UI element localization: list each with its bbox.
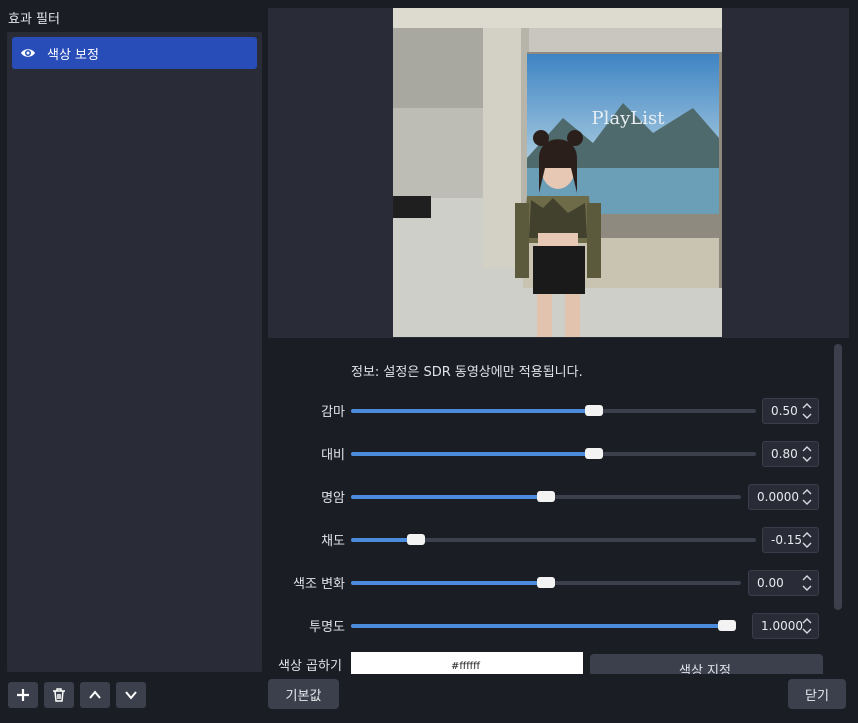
contrast-slider-handle[interactable] xyxy=(585,448,603,459)
color-value: #ffffff xyxy=(451,661,481,672)
opacity-slider-handle[interactable] xyxy=(718,620,736,631)
spin-arrows-icon[interactable] xyxy=(801,615,813,637)
brightness-label: 명암 xyxy=(321,491,345,506)
gamma-slider-fill xyxy=(351,409,594,413)
opacity-slider-fill xyxy=(351,624,736,628)
filter-list[interactable] xyxy=(7,32,262,672)
hue-shift-slider-fill xyxy=(351,581,546,585)
overlay-text: PlayList xyxy=(592,108,666,129)
hue-shift-spinbox[interactable]: 0.00 xyxy=(748,570,819,596)
add-filter-button[interactable] xyxy=(8,682,38,708)
contrast-slider-fill xyxy=(351,452,594,456)
plus-icon xyxy=(17,689,29,701)
remove-filter-button[interactable] xyxy=(44,682,74,708)
gamma-spinbox[interactable]: 0.50 xyxy=(762,398,819,424)
spin-arrows-icon[interactable] xyxy=(801,529,813,551)
opacity-label: 투명도 xyxy=(309,620,345,635)
spin-arrows-icon[interactable] xyxy=(801,400,813,422)
hue-shift-slider-handle[interactable] xyxy=(537,577,555,588)
opacity-slider[interactable] xyxy=(351,620,736,631)
brightness-slider-fill xyxy=(351,495,546,499)
spin-arrows-icon[interactable] xyxy=(801,486,813,508)
contrast-label: 대비 xyxy=(321,448,345,463)
brightness-slider-handle[interactable] xyxy=(537,491,555,502)
brightness-spinbox[interactable]: 0.0000 xyxy=(748,484,819,510)
hue-shift-value: 0.00 xyxy=(757,576,784,590)
move-down-button[interactable] xyxy=(116,682,146,708)
move-up-button[interactable] xyxy=(80,682,110,708)
gamma-slider[interactable] xyxy=(351,405,756,416)
settings-scrollbar[interactable] xyxy=(834,344,842,610)
contrast-spinbox[interactable]: 0.80 xyxy=(762,441,819,467)
close-button[interactable]: 닫기 xyxy=(788,679,846,709)
info-note: 정보: 설정은 SDR 동영상에만 적용됩니다. xyxy=(351,365,583,380)
saturation-label: 채도 xyxy=(321,534,345,549)
brightness-slider[interactable] xyxy=(351,491,741,502)
filter-item-label: 색상 보정 xyxy=(47,48,99,63)
saturation-value: -0.15 xyxy=(771,533,803,547)
saturation-spinbox[interactable]: -0.15 xyxy=(762,527,819,553)
hue-shift-slider[interactable] xyxy=(351,577,741,588)
hue-shift-label: 색조 변화 xyxy=(293,577,345,592)
chevron-down-icon xyxy=(125,691,137,700)
saturation-slider-handle[interactable] xyxy=(407,534,425,545)
saturation-slider[interactable] xyxy=(351,534,756,545)
contrast-value: 0.80 xyxy=(771,447,798,461)
contrast-slider[interactable] xyxy=(351,448,756,459)
gamma-label: 감마 xyxy=(321,405,345,420)
panel-title: 효과 필터 xyxy=(8,12,60,27)
preview-image: PlayList xyxy=(393,8,722,337)
spin-arrows-icon[interactable] xyxy=(801,572,813,594)
opacity-spinbox[interactable]: 1.0000 xyxy=(752,613,819,639)
chevron-up-icon xyxy=(89,690,101,699)
spin-arrows-icon[interactable] xyxy=(801,443,813,465)
eye-icon[interactable] xyxy=(20,46,36,64)
defaults-button[interactable]: 기본값 xyxy=(268,679,339,709)
trash-icon xyxy=(53,688,65,702)
gamma-slider-handle[interactable] xyxy=(585,405,603,416)
brightness-value: 0.0000 xyxy=(757,490,799,504)
color-multiply-label: 색상 곱하기 xyxy=(278,659,342,674)
gamma-value: 0.50 xyxy=(771,404,798,418)
opacity-value: 1.0000 xyxy=(761,619,803,633)
filter-item-color-correction[interactable]: 색상 보정 xyxy=(12,37,257,69)
